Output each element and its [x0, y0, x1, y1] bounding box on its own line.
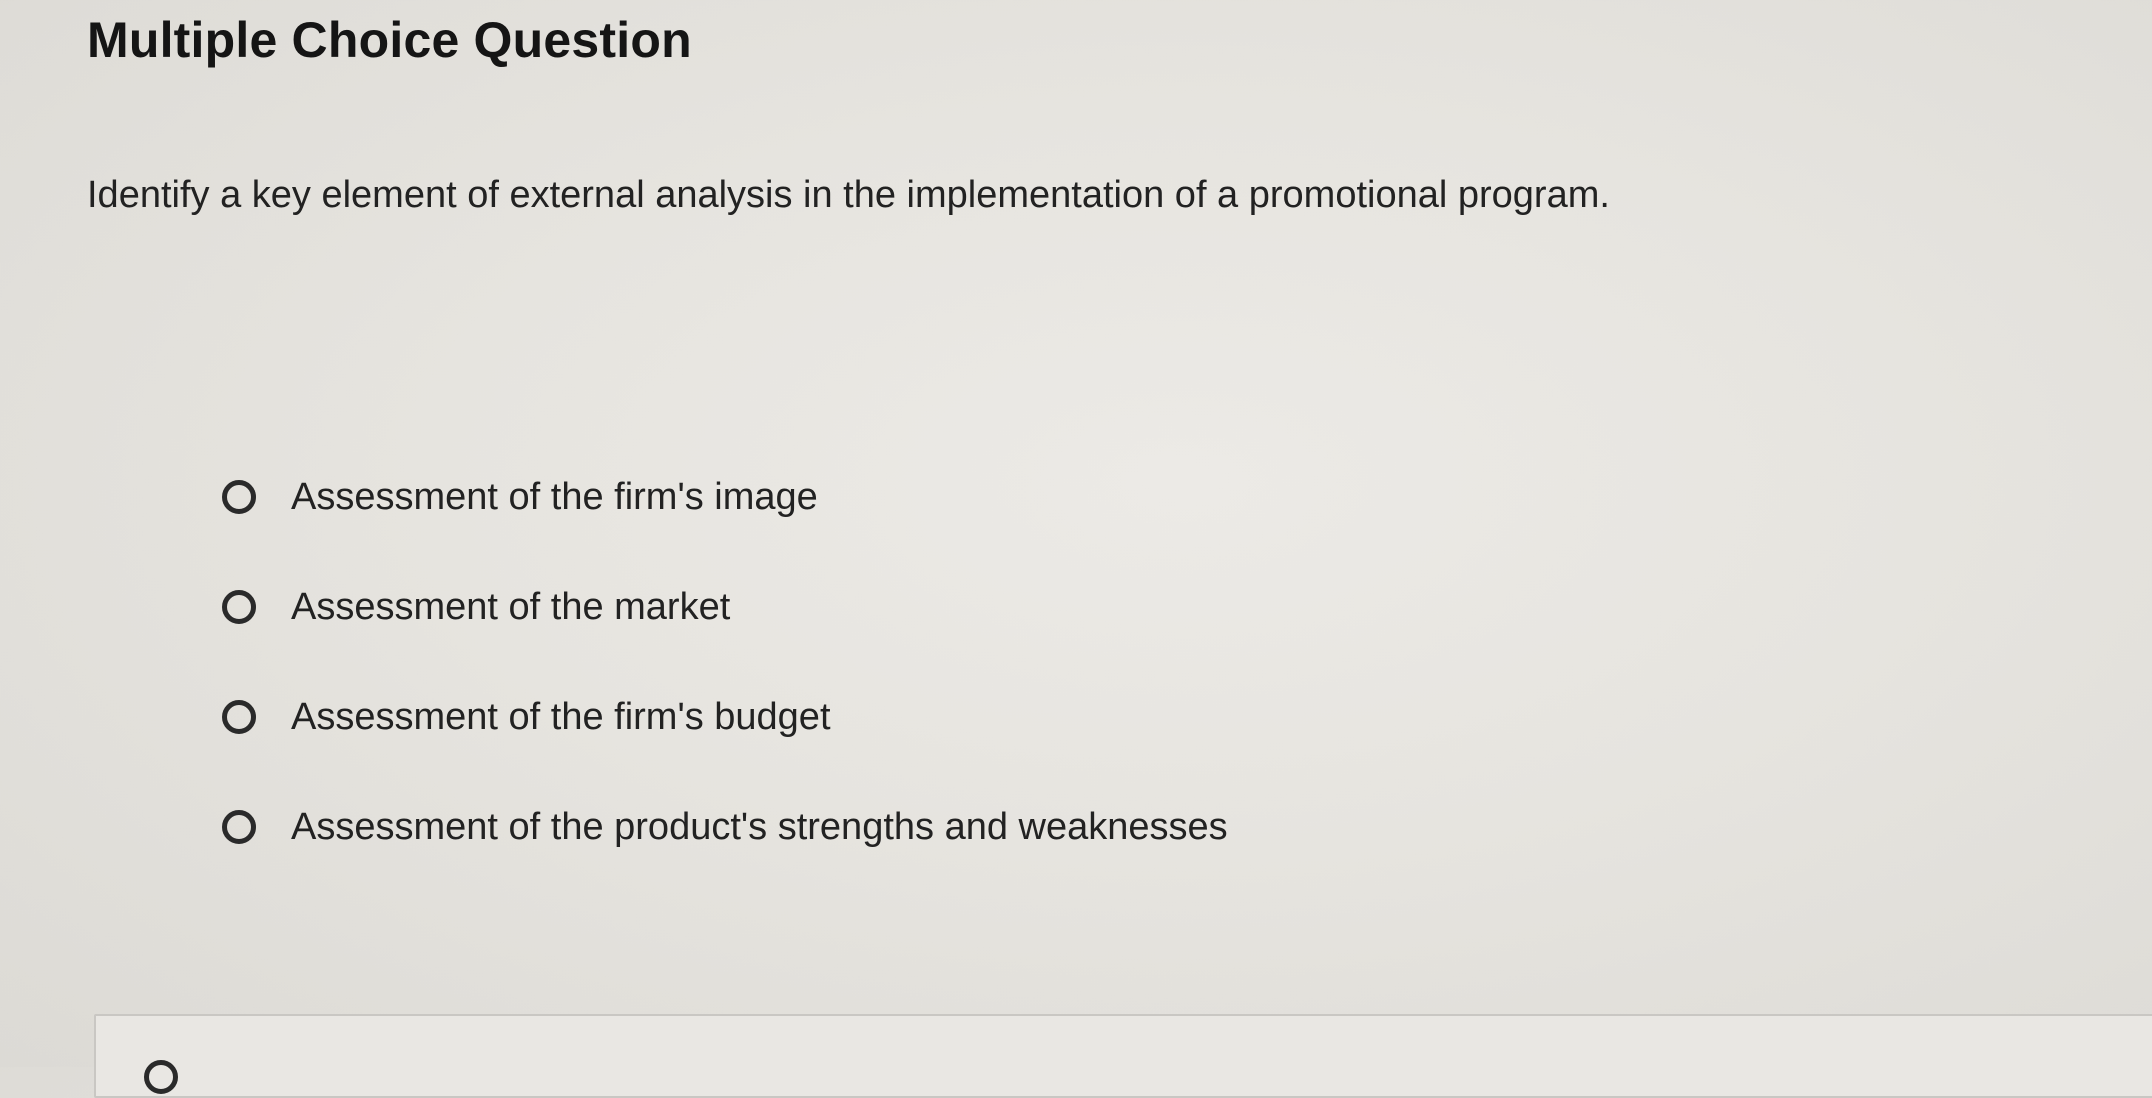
next-question-panel: [94, 1014, 2152, 1098]
answer-option-label: Assessment of the firm's budget: [291, 696, 831, 738]
answer-option-label: Assessment of the product's strengths an…: [291, 806, 1228, 848]
question-prompt: Identify a key element of external analy…: [87, 174, 1610, 216]
answer-option-4[interactable]: Assessment of the product's strengths an…: [222, 772, 1722, 882]
radio-button-icon[interactable]: [222, 700, 256, 734]
answer-option-2[interactable]: Assessment of the market: [222, 552, 1722, 662]
answer-option-3[interactable]: Assessment of the firm's budget: [222, 662, 1722, 772]
answer-option-label: Assessment of the market: [291, 586, 731, 628]
answer-option-1[interactable]: Assessment of the firm's image: [222, 442, 1722, 552]
radio-button-icon[interactable]: [222, 810, 256, 844]
radio-button-icon[interactable]: [144, 1060, 178, 1094]
answer-options: Assessment of the firm's image Assessmen…: [222, 442, 1722, 882]
answer-option-label: Assessment of the firm's image: [291, 476, 818, 518]
radio-button-icon[interactable]: [222, 590, 256, 624]
radio-button-icon[interactable]: [222, 480, 256, 514]
page-title: Multiple Choice Question: [87, 12, 692, 68]
